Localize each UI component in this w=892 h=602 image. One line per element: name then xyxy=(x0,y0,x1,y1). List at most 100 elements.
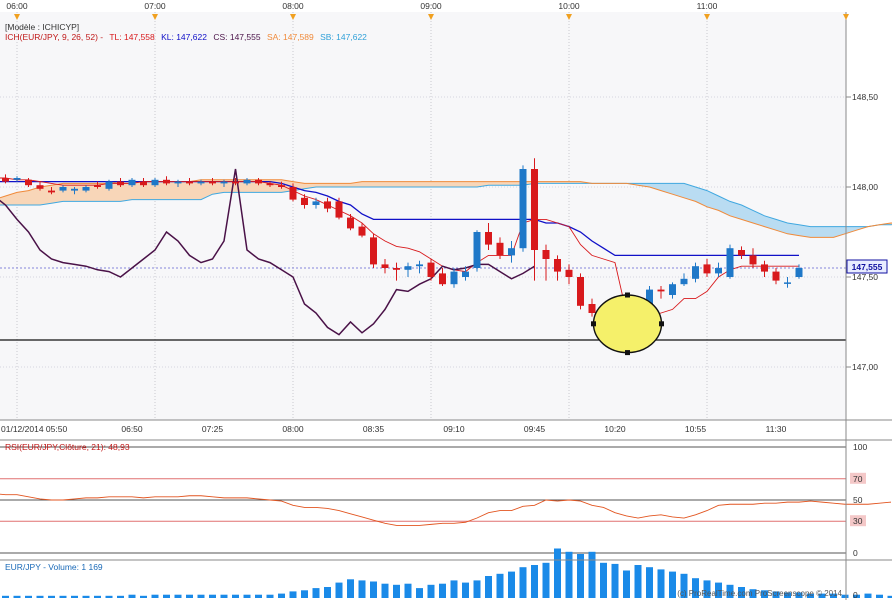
candle-body xyxy=(60,187,67,191)
volume-bar xyxy=(106,596,113,598)
candle-body xyxy=(520,169,527,248)
candle-body xyxy=(336,201,343,217)
candle-body xyxy=(221,182,228,184)
candle-body xyxy=(359,227,366,236)
candle-body xyxy=(784,282,791,284)
volume-bar xyxy=(888,596,892,598)
candle-body xyxy=(531,169,538,250)
candle-body xyxy=(577,277,584,306)
candle-body xyxy=(761,264,768,271)
kumo-segment xyxy=(316,183,328,187)
candle-body xyxy=(416,264,423,266)
ichimoku-chart[interactable]: 1007050300 148,50148,00147,50147,00 06:0… xyxy=(0,0,892,600)
volume-bar xyxy=(370,582,377,599)
kumo-segment xyxy=(75,183,87,201)
candle-body xyxy=(313,201,320,205)
volume-bar xyxy=(37,596,44,598)
volume-bar xyxy=(71,596,78,598)
candle-body xyxy=(14,178,21,180)
candle-body xyxy=(175,182,182,184)
top-time-label: 08:00 xyxy=(282,1,304,11)
volume-bar xyxy=(163,595,170,598)
volume-bar xyxy=(83,596,90,598)
volume-bar xyxy=(566,552,573,598)
candle-body xyxy=(324,201,331,208)
candle-body xyxy=(669,284,676,295)
rsi-panel-background xyxy=(0,440,846,555)
kumo-segment xyxy=(822,227,834,238)
volume-bar xyxy=(842,595,849,598)
candle-body xyxy=(474,232,481,268)
volume-bar xyxy=(129,595,136,598)
candle-body xyxy=(508,248,515,255)
kumo-segment xyxy=(408,182,420,187)
volume-bar xyxy=(646,567,653,598)
bottom-time-label: 06:50 xyxy=(121,424,143,434)
kumo-segment xyxy=(178,182,190,200)
volume-bar xyxy=(462,583,469,598)
ichimoku-legend: ICH(EUR/JPY, 9, 26, 52) - TL: 147,558 KL… xyxy=(5,32,367,42)
volume-bar xyxy=(359,580,366,598)
kumo-segment xyxy=(845,227,857,234)
volume-bar xyxy=(140,596,147,598)
candle-body xyxy=(2,178,9,182)
candle-body xyxy=(186,182,193,184)
rsi-tick-label: 0 xyxy=(853,548,858,558)
volume-bar xyxy=(589,552,596,598)
candle-body xyxy=(658,290,665,292)
ichimoku-legend-sa: SA: 147,589 xyxy=(267,32,314,42)
volume-bar xyxy=(612,564,619,598)
volume-bar xyxy=(175,595,182,598)
candle-body xyxy=(566,270,573,277)
top-time-label: 11:00 xyxy=(697,1,718,11)
bottom-time-label: 09:45 xyxy=(524,424,546,434)
volume-bar xyxy=(474,580,481,598)
bottom-time-label: 08:00 xyxy=(282,424,304,434)
bottom-time-label: 10:55 xyxy=(685,424,707,434)
top-time-label: 10:00 xyxy=(558,1,580,11)
kumo-segment xyxy=(420,182,432,187)
rsi-tick-label: 70 xyxy=(853,474,863,484)
price-tick-label: 148,00 xyxy=(852,182,878,192)
ichimoku-legend-prefix: ICH(EUR/JPY, 9, 26, 52) - xyxy=(5,32,103,42)
candle-body xyxy=(439,273,446,284)
kumo-segment xyxy=(339,183,351,187)
highlight-handle xyxy=(625,293,630,298)
candle-body xyxy=(163,180,170,184)
volume-bar xyxy=(2,596,9,598)
top-time-label: 09:00 xyxy=(420,1,442,11)
candle-body xyxy=(727,248,734,277)
model-label: [Modèle : ICHICYP] xyxy=(5,22,79,32)
rsi-tick-label: 50 xyxy=(853,495,863,505)
ichimoku-legend-cs: CS: 147,555 xyxy=(213,32,261,42)
candle-body xyxy=(393,268,400,270)
rsi-legend: RSI(EUR/JPY,Clôture, 21): 48,93 xyxy=(5,442,130,452)
ichimoku-legend-kl: KL: 147,622 xyxy=(161,32,207,42)
volume-legend: EUR/JPY - Volume: 1 169 xyxy=(5,562,103,572)
candle-body xyxy=(451,272,458,285)
candle-body xyxy=(255,180,262,184)
top-time-label: 06:00 xyxy=(6,1,28,11)
volume-bar xyxy=(14,596,21,598)
candle-body xyxy=(209,182,216,184)
price-panel-background xyxy=(0,12,846,420)
volume-bar xyxy=(209,595,216,598)
chart-window: 1007050300 148,50148,00147,50147,00 06:0… xyxy=(0,0,892,600)
candle-body xyxy=(232,182,239,184)
candle-body xyxy=(773,272,780,281)
candle-body xyxy=(83,187,90,191)
candle-body xyxy=(301,198,308,205)
volume-bar xyxy=(232,595,239,598)
volume-bar xyxy=(255,595,262,598)
candle-body xyxy=(267,183,274,185)
volume-bar xyxy=(623,571,630,599)
volume-bar xyxy=(393,585,400,598)
bottom-time-label: 07:25 xyxy=(202,424,224,434)
volume-bar xyxy=(543,563,550,598)
volume-bar xyxy=(267,595,274,598)
volume-bar xyxy=(876,595,883,598)
volume-bar xyxy=(313,588,320,598)
candle-body xyxy=(25,180,32,185)
volume-bar xyxy=(290,591,297,598)
candle-body xyxy=(370,237,377,264)
